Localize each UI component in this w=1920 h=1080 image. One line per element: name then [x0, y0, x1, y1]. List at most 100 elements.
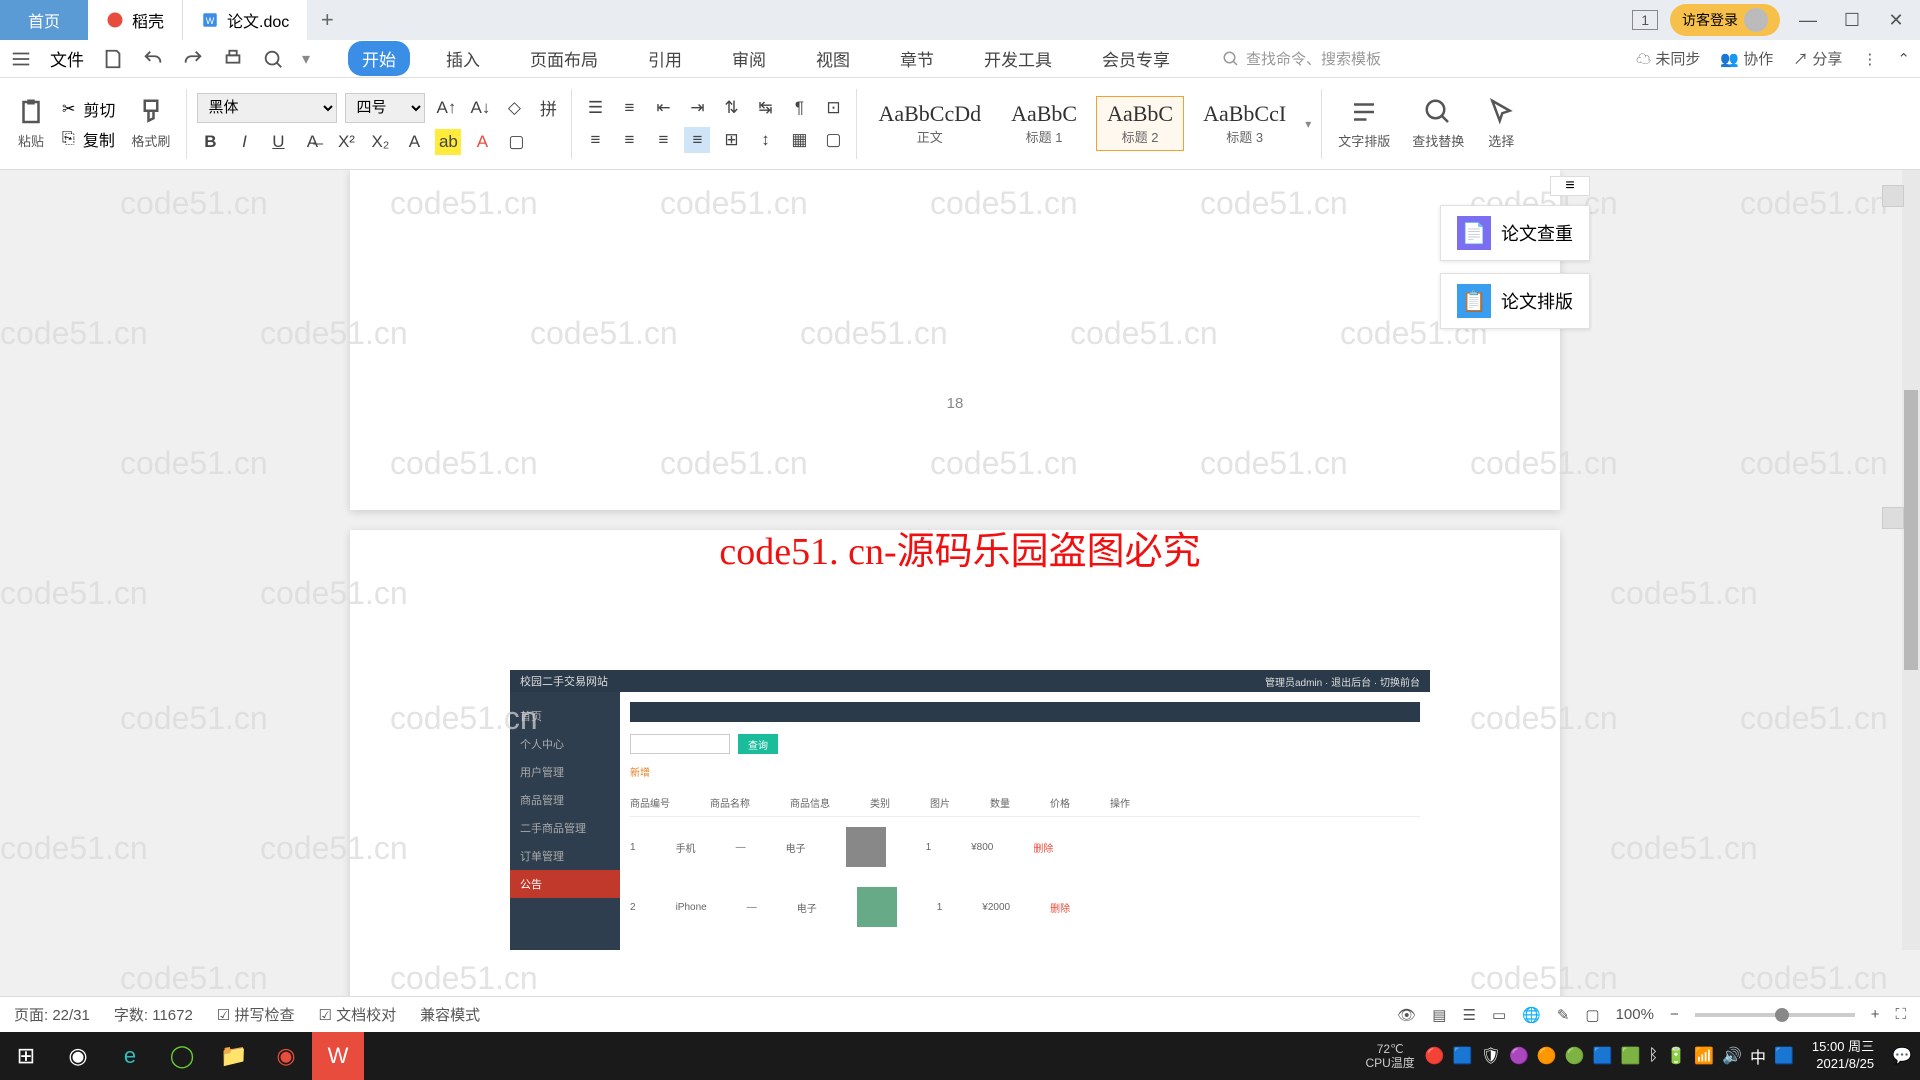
tray-icon[interactable]: 🟣	[1509, 1046, 1529, 1066]
font-size-select[interactable]: 四号	[345, 93, 425, 123]
select-button[interactable]: 选择	[1480, 97, 1522, 150]
borders-button[interactable]: ▢	[820, 127, 846, 153]
distribute-button[interactable]: ⊞	[718, 127, 744, 153]
ie-icon[interactable]: e	[104, 1032, 156, 1080]
indent-right-button[interactable]: ⇥	[684, 95, 710, 121]
share-button[interactable]: ↗ 分享	[1793, 48, 1842, 69]
zoom-out-button[interactable]: −	[1670, 1006, 1679, 1023]
tray-icon[interactable]: 🟠	[1537, 1046, 1557, 1066]
show-marks-button[interactable]: ⊡	[820, 95, 846, 121]
vertical-scrollbar[interactable]	[1902, 170, 1920, 950]
read-view-icon[interactable]: ▭	[1492, 1006, 1506, 1024]
redo-icon[interactable]	[182, 48, 204, 70]
minimize-button[interactable]: —	[1792, 4, 1824, 36]
styles-more-icon[interactable]: ▾	[1305, 117, 1311, 131]
page-19[interactable]: 校园二手交易网站 管理员admin · 退出后台 · 切换前台 首页 个人中心 …	[350, 530, 1560, 1020]
menu-chapter[interactable]: 章节	[886, 41, 948, 76]
text-layout-button[interactable]: 文字排版	[1332, 97, 1396, 150]
tab-daoke[interactable]: 稻壳	[88, 0, 183, 40]
collab-button[interactable]: 👥 协作	[1720, 48, 1773, 69]
zoom-in-button[interactable]: +	[1871, 1006, 1880, 1023]
close-button[interactable]: ✕	[1880, 4, 1912, 36]
explorer-icon[interactable]: 📁	[208, 1032, 260, 1080]
font-family-select[interactable]: 黑体	[197, 93, 337, 123]
grow-font-icon[interactable]: A↑	[433, 95, 459, 121]
app-icon[interactable]: ◉	[260, 1032, 312, 1080]
underline-button[interactable]: U	[265, 129, 291, 155]
format-painter[interactable]: 格式刷	[125, 97, 176, 150]
battery-icon[interactable]: 🔋	[1666, 1046, 1686, 1066]
indent-left-button[interactable]: ⇤	[650, 95, 676, 121]
file-menu[interactable]: 文件	[50, 46, 84, 71]
bluetooth-icon[interactable]: ᛒ	[1649, 1047, 1659, 1065]
scroll-thumb[interactable]	[1904, 390, 1918, 670]
menu-member[interactable]: 会员专享	[1088, 41, 1184, 76]
command-search[interactable]: 查找命令、搜索模板	[1222, 48, 1381, 69]
notifications-icon[interactable]: 💬	[1892, 1046, 1912, 1066]
menu-reference[interactable]: 引用	[634, 41, 696, 76]
sidebar-tool-icon[interactable]	[1882, 507, 1904, 529]
bold-button[interactable]: B	[197, 129, 223, 155]
shading-button[interactable]: ▦	[786, 127, 812, 153]
align-left-button[interactable]: ≡	[582, 127, 608, 153]
copy-button[interactable]: ⎘复制	[62, 127, 115, 151]
text-effect-button[interactable]: A	[401, 129, 427, 155]
wps-icon[interactable]: W	[312, 1032, 364, 1080]
menu-insert[interactable]: 插入	[432, 41, 494, 76]
style-heading2[interactable]: AaBbC标题 2	[1096, 96, 1184, 151]
task-view-icon[interactable]: ◉	[52, 1032, 104, 1080]
phonetic-icon[interactable]: 拼	[535, 95, 561, 121]
tray-icon[interactable]: 🛡	[1481, 1046, 1501, 1066]
char-border-button[interactable]: ▢	[503, 129, 529, 155]
sort-button[interactable]: ⇅	[718, 95, 744, 121]
doc-proof[interactable]: ☑ 文档校对	[318, 1004, 396, 1025]
paper-format-button[interactable]: 📋 论文排版	[1440, 273, 1590, 329]
zoom-slider[interactable]	[1695, 1013, 1855, 1017]
collapse-handle[interactable]: ≡	[1550, 176, 1590, 196]
eye-icon[interactable]: 👁	[1397, 1006, 1416, 1024]
sidebar-tool-icon[interactable]	[1882, 185, 1904, 207]
tab-home[interactable]: 首页	[0, 0, 88, 40]
spell-check[interactable]: ☑ 拼写检查	[217, 1004, 295, 1025]
tray-icon[interactable]: 🟢	[1565, 1046, 1585, 1066]
style-heading1[interactable]: AaBbC标题 1	[1000, 96, 1088, 151]
start-button[interactable]: ⊞	[0, 1032, 52, 1080]
find-replace-button[interactable]: 查找替换	[1406, 97, 1470, 150]
italic-button[interactable]: I	[231, 129, 257, 155]
fit-icon[interactable]: ▢	[1585, 1006, 1599, 1024]
page-view-icon[interactable]: ▤	[1432, 1006, 1446, 1024]
menu-review[interactable]: 审阅	[718, 41, 780, 76]
shrink-font-icon[interactable]: A↓	[467, 95, 493, 121]
menu-start[interactable]: 开始	[348, 41, 410, 76]
tray-icon[interactable]: 🟩	[1621, 1046, 1641, 1066]
menu-view[interactable]: 视图	[802, 41, 864, 76]
menu-icon[interactable]	[10, 48, 32, 70]
strikethrough-button[interactable]: A̶	[299, 129, 325, 155]
menu-layout[interactable]: 页面布局	[516, 41, 612, 76]
web-view-icon[interactable]: 🌐	[1522, 1006, 1541, 1024]
clear-format-icon[interactable]: ◇	[501, 95, 527, 121]
wifi-icon[interactable]: 📶	[1694, 1046, 1714, 1066]
menu-devtools[interactable]: 开发工具	[970, 41, 1066, 76]
outline-view-icon[interactable]: ☰	[1462, 1006, 1475, 1024]
tab-document[interactable]: W 论文.doc	[183, 0, 307, 40]
align-right-button[interactable]: ≡	[650, 127, 676, 153]
fullscreen-icon[interactable]: ⛶	[1895, 1006, 1906, 1023]
line-spacing-button[interactable]: ↕	[752, 127, 778, 153]
tray-icon[interactable]: 🟦	[1593, 1046, 1613, 1066]
collapse-ribbon-icon[interactable]: ⌃	[1897, 50, 1910, 68]
word-count[interactable]: 字数: 11672	[114, 1004, 193, 1025]
align-center-button[interactable]: ≡	[616, 127, 642, 153]
page-18[interactable]: 18	[350, 170, 1560, 510]
zoom-value[interactable]: 100%	[1616, 1006, 1654, 1023]
preview-icon[interactable]	[262, 48, 284, 70]
style-heading3[interactable]: AaBbCcI标题 3	[1192, 96, 1297, 151]
align-justify-button[interactable]: ≡	[684, 127, 710, 153]
tray-icon[interactable]: 🟦	[1453, 1046, 1473, 1066]
tray-icon[interactable]: 🟦	[1774, 1046, 1794, 1066]
number-list-button[interactable]: ≡	[616, 95, 642, 121]
more-icon[interactable]: ⋮	[1862, 50, 1877, 68]
volume-icon[interactable]: 🔊	[1722, 1046, 1742, 1066]
new-tab-button[interactable]: +	[307, 7, 347, 33]
undo-icon[interactable]	[142, 48, 164, 70]
